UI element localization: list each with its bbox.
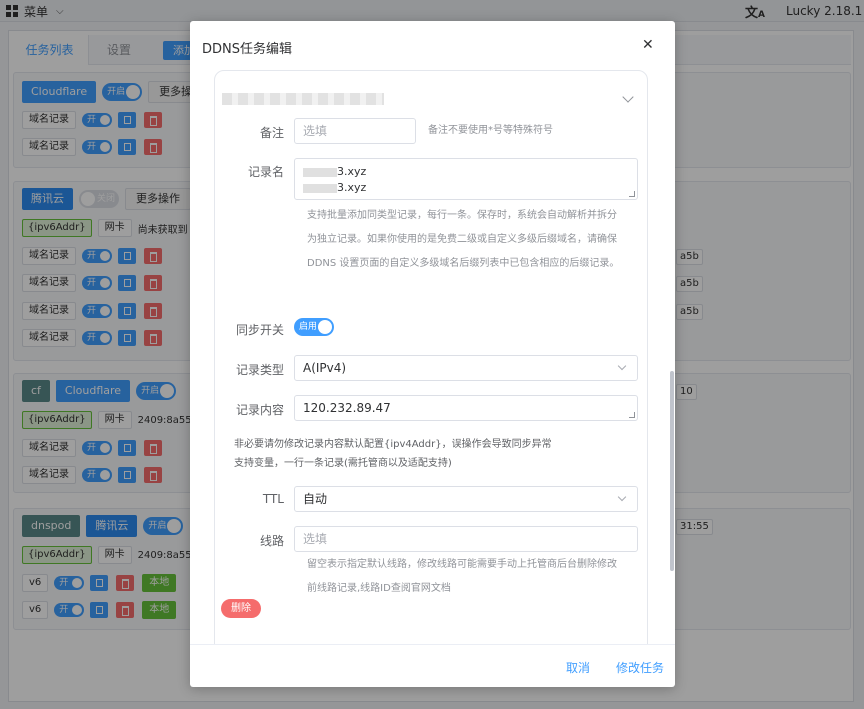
record-name-hint-3: DDNS 设置页面的自定义多级域名后缀列表中已包含相应的后缀记录。 xyxy=(307,258,620,269)
record-header-redacted xyxy=(222,93,384,105)
record-content-label: 记录内容 xyxy=(235,403,284,417)
remark-input[interactable]: 选填 xyxy=(294,118,416,144)
remark-hint: 备注不要使用*号等特殊符号 xyxy=(428,125,553,136)
dialog-footer-divider xyxy=(190,644,675,645)
record-name-label: 记录名 xyxy=(247,165,284,179)
record-content-hint-1: 非必要请勿修改记录内容默认配置{ipv4Addr}，误操作会导致同步异常 xyxy=(234,439,552,450)
line-hint-1: 留空表示指定默认线路，修改线路可能需要手动上托管商后台删除修改 xyxy=(307,559,617,570)
line-label: 线路 xyxy=(259,534,284,548)
dialog-title: DDNS任务编辑 xyxy=(202,42,292,57)
delete-record-button[interactable]: 删除 xyxy=(221,599,261,618)
submit-button[interactable]: 修改任务 xyxy=(616,659,664,676)
dialog-body: 备注 选填 备注不要使用*号等特殊符号 记录名 3.xyz 3.xyz 支持批量… xyxy=(190,66,675,644)
cancel-button[interactable]: 取消 xyxy=(566,659,590,676)
close-icon[interactable]: ✕ xyxy=(642,37,654,53)
chevron-down-icon xyxy=(617,361,627,371)
resize-handle[interactable] xyxy=(629,191,635,197)
line-hint-2: 前线路记录,线路ID查阅官网文档 xyxy=(307,583,451,594)
record-type-select[interactable]: A(IPv4) xyxy=(294,355,638,381)
chevron-down-icon xyxy=(617,492,627,502)
record-type-label: 记录类型 xyxy=(235,363,284,377)
record-content-textarea[interactable]: 120.232.89.47 xyxy=(294,395,638,421)
sync-switch[interactable]: 启用 xyxy=(294,318,334,336)
line-input[interactable]: 选填 xyxy=(294,526,638,552)
record-name-hint-1: 支持批量添加同类型记录，每行一条。保存时，系统会自动解析并拆分 xyxy=(307,210,617,221)
ttl-label: TTL xyxy=(262,492,284,506)
sync-switch-label: 同步开关 xyxy=(235,323,284,337)
ddns-edit-dialog: DDNS任务编辑 ✕ 备注 选填 备注不要使用*号等特殊符号 记录名 3.xyz… xyxy=(190,21,675,687)
remark-label: 备注 xyxy=(259,126,284,140)
resize-handle[interactable] xyxy=(629,412,635,418)
record-content-hint-2: 支持变量，一行一条记录(需托管商以及适配支持) xyxy=(234,458,452,469)
record-name-hint-2: 为独立记录。如果你使用的是免费二级或自定义多级后缀域名，请确保 xyxy=(307,234,617,245)
dialog-scrollbar[interactable] xyxy=(670,371,674,571)
ttl-select[interactable]: 自动 xyxy=(294,486,638,512)
record-name-textarea[interactable]: 3.xyz 3.xyz xyxy=(294,158,638,200)
